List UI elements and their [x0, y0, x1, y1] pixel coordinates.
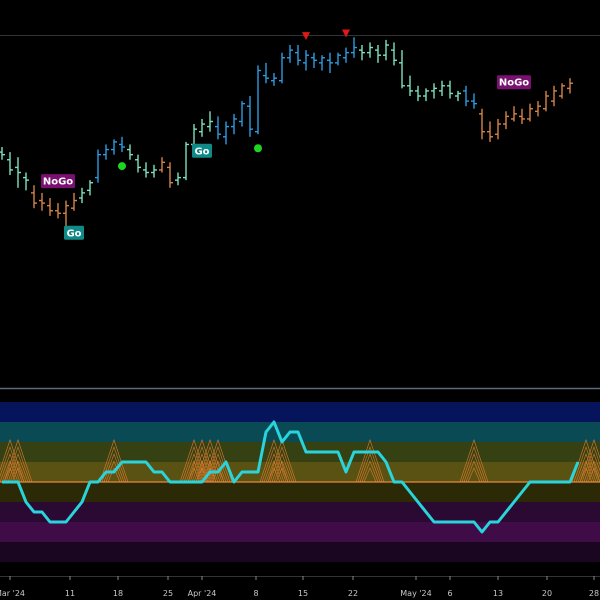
x-tick-label: 6 — [447, 589, 452, 598]
go-dot — [118, 162, 126, 171]
price-label-text: Go — [66, 228, 81, 239]
x-tick-label: Mar '24 — [0, 589, 25, 598]
x-tick-label: 11 — [65, 589, 75, 598]
price-label-text: Go — [194, 146, 209, 157]
price-label-text: NoGo — [499, 78, 529, 89]
go-dot — [254, 144, 262, 153]
oscillator-zone — [0, 462, 600, 482]
x-tick-label: 8 — [253, 589, 258, 598]
nogo-label: NoGo — [497, 75, 531, 90]
nogo-label: NoGo — [41, 174, 75, 189]
price-label-text: NoGo — [43, 177, 73, 188]
x-tick-label: May '24 — [400, 589, 431, 598]
x-tick-label: 22 — [348, 589, 358, 598]
oscillator-zone — [0, 522, 600, 542]
x-tick-label: 25 — [163, 589, 173, 598]
x-tick-label: 15 — [298, 589, 308, 598]
oscillator-zone — [0, 442, 600, 462]
x-tick-label: 13 — [493, 589, 503, 598]
go-label: Go — [64, 225, 84, 240]
x-tick-label: Apr '24 — [188, 589, 217, 598]
x-tick-label: 20 — [542, 589, 552, 598]
go-label: Go — [192, 143, 212, 158]
x-tick-label: 18 — [113, 589, 123, 598]
x-tick-label: 28 — [589, 589, 599, 598]
chart-canvas: NoGo Go Go NoGo Mar '24 11 18 25 Apr '24 8 15 22 Ma… — [0, 0, 600, 600]
oscillator-zone — [0, 542, 600, 562]
oscillator-pane — [0, 402, 600, 562]
oscillator-zone — [0, 402, 600, 422]
